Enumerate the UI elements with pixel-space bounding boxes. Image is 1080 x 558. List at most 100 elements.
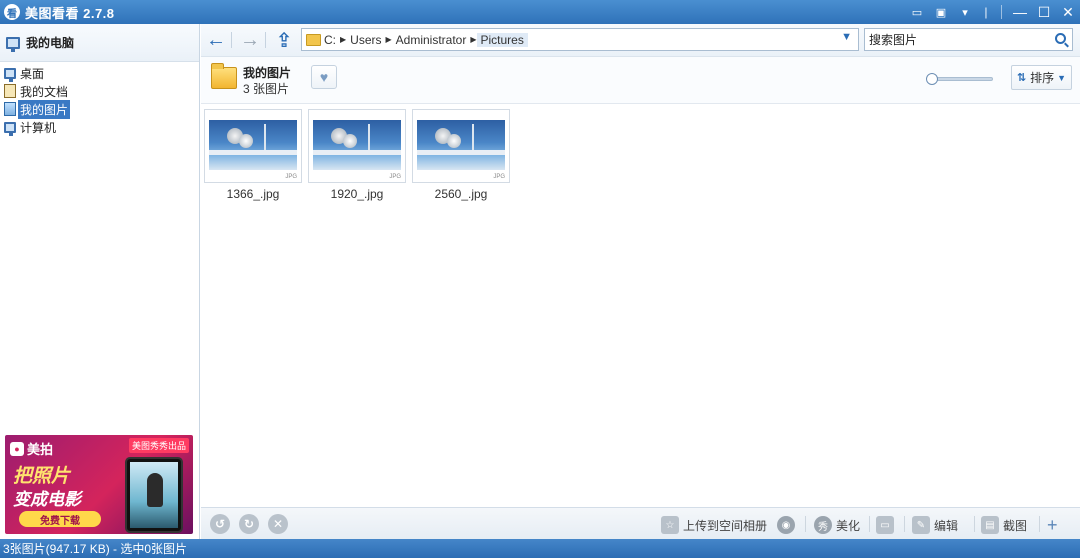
- sidebar-item-pictures[interactable]: 我的图片: [0, 99, 199, 119]
- thumbnail-label[interactable]: 1366_.jpg: [204, 187, 302, 201]
- sidebar-header[interactable]: 我的电脑: [0, 24, 199, 62]
- bridge-deck: [417, 150, 505, 155]
- sidebar-item-label: 计算机: [20, 120, 57, 135]
- add-button[interactable]: +: [1047, 515, 1058, 535]
- coin-graphic: [447, 134, 461, 148]
- title-controls: ▭ ▣ ▾ ❘ — ☐ ✕: [905, 0, 1080, 24]
- image-count: 3 张图片: [243, 82, 290, 96]
- screenshot-label: 截图: [1003, 518, 1028, 533]
- address-bar[interactable]: C: ▶ Users ▶ Administrator ▶ Pictures ▼: [301, 28, 859, 51]
- sort-label: 排序: [1030, 71, 1055, 85]
- upload-icon: ☆: [661, 516, 679, 534]
- ad-download-button[interactable]: 免费下载: [19, 511, 101, 527]
- screenshot-button[interactable]: ▤ 截图: [981, 515, 1027, 535]
- edit-button[interactable]: ✎ 编辑: [912, 515, 958, 535]
- upload-album-button[interactable]: ☆ 上传到空间相册: [661, 515, 767, 535]
- favorite-button[interactable]: ♥: [311, 65, 337, 89]
- pictures-icon: [4, 102, 16, 116]
- sidebar-header-label: 我的电脑: [26, 36, 75, 50]
- up-folder-icon[interactable]: ⇪: [273, 30, 295, 52]
- rotate-left-icon[interactable]: ↺: [210, 514, 230, 534]
- search-icon[interactable]: [1055, 33, 1066, 44]
- documents-icon: [4, 84, 16, 98]
- sidebar: 我的电脑 桌面 我的文档 我的图片 计算机 ● 美拍 美图秀秀出品 把照片 变成…: [0, 24, 200, 539]
- bridge-deck: [209, 150, 297, 155]
- toolbar-divider: [869, 516, 870, 532]
- pin-icon[interactable]: ❘: [979, 4, 993, 20]
- bridge-tower: [368, 124, 370, 152]
- thumbnail-image: [313, 120, 401, 170]
- toolbar-divider: [805, 516, 806, 532]
- thumbnail-image: [209, 120, 297, 170]
- chat-icon[interactable]: ▭: [907, 4, 927, 20]
- computer-icon: [6, 36, 20, 52]
- ad-brand: ● 美拍: [10, 439, 53, 458]
- sidebar-item-label: 桌面: [20, 66, 45, 81]
- file-type-badge: JPG: [389, 174, 401, 180]
- breadcrumb-drive[interactable]: C:: [324, 33, 340, 47]
- skin-icon[interactable]: ▣: [931, 4, 951, 20]
- status-text: 3张图片(947.17 KB) - 选中0张图片: [3, 542, 188, 556]
- nav-divider: [231, 32, 232, 48]
- menu-icon[interactable]: ▾: [955, 4, 975, 20]
- nav-divider: [265, 32, 266, 48]
- sidebar-item-computer[interactable]: 计算机: [0, 118, 199, 136]
- folder-tree: 桌面 我的文档 我的图片 计算机: [0, 62, 199, 136]
- ad-headline-1: 把照片: [13, 466, 71, 487]
- breadcrumb-pictures[interactable]: Pictures: [476, 32, 528, 47]
- thumbnail-image: [417, 120, 505, 170]
- title-bar: 看 美图看看 2.7.8 ▭ ▣ ▾ ❘ — ☐ ✕: [0, 0, 1080, 24]
- zoom-slider[interactable]: [926, 73, 993, 85]
- sidebar-item-desktop[interactable]: 桌面: [0, 64, 199, 82]
- ad-banner[interactable]: ● 美拍 美图秀秀出品 把照片 变成电影 免费下载: [5, 435, 193, 534]
- edit-icon: ✎: [912, 516, 930, 534]
- close-icon[interactable]: ✕: [1056, 0, 1080, 24]
- ad-tag: 美图秀秀出品: [128, 438, 189, 453]
- bridge-deck: [313, 150, 401, 155]
- camera-icon: ●: [10, 441, 24, 456]
- thumbnail[interactable]: JPG: [308, 109, 406, 183]
- thumbnail-label[interactable]: 1920_.jpg: [308, 187, 406, 201]
- bridge-tower: [264, 124, 266, 152]
- breadcrumb-administrator[interactable]: Administrator: [392, 33, 471, 47]
- forward-icon[interactable]: →: [239, 29, 261, 51]
- maximize-icon[interactable]: ☐: [1032, 0, 1056, 24]
- folder-icon: [306, 33, 321, 46]
- file-type-badge: JPG: [285, 174, 297, 180]
- sort-icon: ⇅: [1016, 72, 1027, 84]
- toolbar-divider: [974, 516, 975, 532]
- delete-icon[interactable]: ✕: [268, 514, 288, 534]
- heart-icon: ♥: [319, 69, 329, 85]
- weibo-icon: ◉: [777, 516, 795, 534]
- breadcrumb-users[interactable]: Users: [346, 33, 385, 47]
- app-title: 美图看看 2.7.8: [25, 5, 115, 21]
- sort-button[interactable]: ⇅ 排序 ▼: [1011, 65, 1072, 90]
- thumbnail[interactable]: JPG: [412, 109, 510, 183]
- weibo-share-button[interactable]: ◉: [777, 515, 799, 535]
- back-icon[interactable]: ←: [205, 29, 227, 51]
- folder-title: 我的图片: [243, 66, 292, 80]
- app-logo-icon: 看: [4, 4, 20, 20]
- thumbnail[interactable]: JPG: [204, 109, 302, 183]
- beautify-button[interactable]: 秀 美化: [814, 515, 860, 535]
- sidebar-item-documents[interactable]: 我的文档: [0, 82, 199, 100]
- ad-figure: [147, 473, 163, 507]
- chevron-down-icon[interactable]: ▼: [841, 31, 852, 43]
- search-input[interactable]: [865, 29, 1045, 50]
- toolbar-divider: [904, 516, 905, 532]
- ad-brand-label: 美拍: [27, 442, 54, 457]
- thumbnail-label[interactable]: 2560_.jpg: [412, 187, 510, 201]
- file-type-badge: JPG: [493, 174, 505, 180]
- slideshow-button[interactable]: ▭: [876, 515, 898, 535]
- status-bar: 3张图片(947.17 KB) - 选中0张图片: [0, 539, 1080, 558]
- desktop-icon: [4, 67, 16, 82]
- upload-label: 上传到空间相册: [683, 518, 768, 533]
- screenshot-icon: ▤: [981, 516, 999, 534]
- beautify-label: 美化: [836, 518, 861, 533]
- rotate-right-icon[interactable]: ↻: [239, 514, 259, 534]
- beautify-icon: 秀: [814, 516, 832, 534]
- zoom-slider-thumb[interactable]: [926, 73, 938, 85]
- folder-info-bar: 我的图片 3 张图片 ♥ ⇅ 排序 ▼: [201, 57, 1080, 104]
- main-panel: ← → ⇪ C: ▶ Users ▶ Administrator ▶ Pictu…: [201, 24, 1080, 539]
- minimize-icon[interactable]: —: [1008, 0, 1032, 24]
